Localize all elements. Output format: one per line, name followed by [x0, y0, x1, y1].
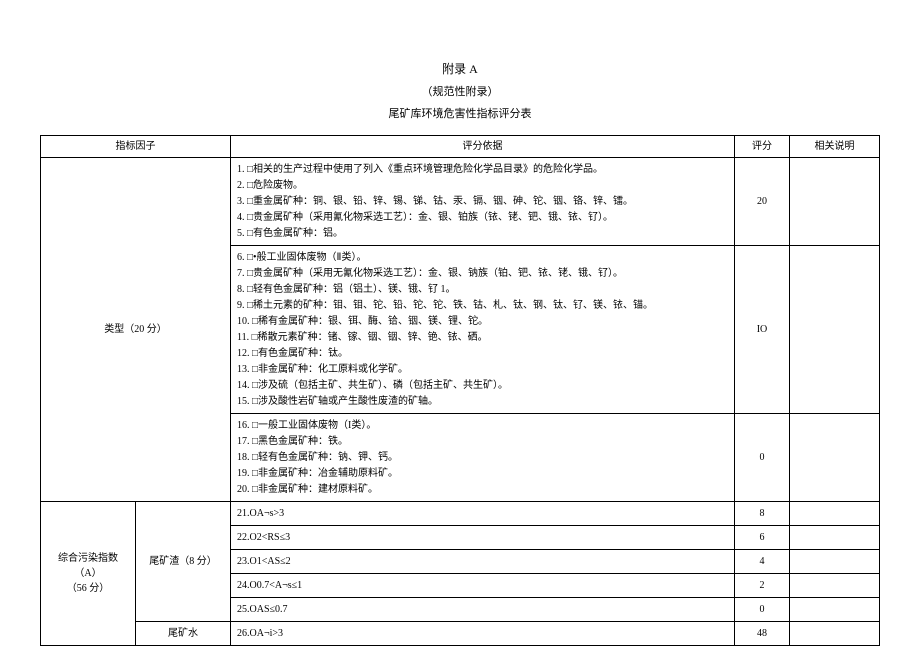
basis-line: 11. □稀散元素矿种：锗、镓、铟、铟、锌、铯、铱、硒。 — [237, 330, 728, 345]
table-row: 尾矿水 26.OA¬i>3 48 — [41, 622, 880, 646]
subfactor-cell: 尾矿渣（8 分） — [136, 502, 231, 622]
basis-line: 14. □涉及硫（包括主矿、共生矿）、磷（包括主矿、共生矿）。 — [237, 378, 728, 393]
table-header-row: 指标因子 评分依据 评分 相关说明 — [41, 136, 880, 158]
basis-line: 21.OA¬s>3 — [237, 506, 728, 521]
note-cell — [790, 414, 880, 502]
basis-line: 17. □黑色金属矿种：铁。 — [237, 434, 728, 449]
basis-cell: 1. □相关的生产过程中使用了列入《重点环境管理危险化学品目录》的危险化学品。2… — [231, 158, 735, 246]
basis-line: 13. □非金属矿种：化工原料或化学矿。 — [237, 362, 728, 377]
basis-line: 19. □非金属矿种：冶金辅助原料矿。 — [237, 466, 728, 481]
basis-line: 23.O1<AS≤2 — [237, 554, 728, 569]
basis-line: 18. □轻有色金属矿种：钠、钾、钙。 — [237, 450, 728, 465]
basis-cell: 21.OA¬s>3 — [231, 502, 735, 526]
basis-cell: 24.O0.7<A¬s≤1 — [231, 574, 735, 598]
basis-cell: 22.O2<RS≤3 — [231, 526, 735, 550]
note-cell — [790, 574, 880, 598]
note-cell — [790, 246, 880, 414]
appendix-subtitle: （规范性附录） — [40, 83, 880, 99]
col-factor: 指标因子 — [41, 136, 231, 158]
table-row: 综合污染指数（A） （56 分）尾矿渣（8 分）21.OA¬s>38 — [41, 502, 880, 526]
table-title: 尾矿库环境危害性指标评分表 — [40, 105, 880, 121]
basis-cell: 23.O1<AS≤2 — [231, 550, 735, 574]
score-cell: 6 — [735, 526, 790, 550]
basis-line: 20. □非金属矿种：建材原料矿。 — [237, 482, 728, 497]
score-cell: 0 — [735, 598, 790, 622]
note-cell — [790, 622, 880, 646]
basis-line: 22.O2<RS≤3 — [237, 530, 728, 545]
basis-line: 7. □贵金属矿种（采用无氰化物采选工艺）：金、银、钠族（铂、钯、铱、铑、锇、钌… — [237, 266, 728, 281]
score-cell: 8 — [735, 502, 790, 526]
basis-line: 4. □贵金属矿种（采用氰化物采选工艺）：金、银、铂族（铱、铑、钯、锇、铱、钌）… — [237, 210, 728, 225]
note-cell — [790, 598, 880, 622]
basis-line: 12. □有色金属矿种：钛。 — [237, 346, 728, 361]
basis-cell: 6. □•般工业固体废物（Ⅱ类）。7. □贵金属矿种（采用无氰化物采选工艺）：金… — [231, 246, 735, 414]
document-header: 附录 A （规范性附录） 尾矿库环境危害性指标评分表 — [40, 60, 880, 121]
scoring-table: 指标因子 评分依据 评分 相关说明 类型（20 分）1. □相关的生产过程中使用… — [40, 135, 880, 646]
note-cell — [790, 550, 880, 574]
basis-cell: 16. □一般工业固体废物（I类）。17. □黑色金属矿种：铁。18. □轻有色… — [231, 414, 735, 502]
basis-line: 9. □稀土元素的矿种：钼、钼、铊、铅、铊、铊、铁、钴、札、钛、钢、钛、钌、镁、… — [237, 298, 728, 313]
basis-line: 2. □危险废物。 — [237, 178, 728, 193]
basis-line: 3. □重金属矿种：铜、银、铅、锌、锡、锑、钴、汞、镉、铟、砷、铊、铟、铬、锌、… — [237, 194, 728, 209]
basis-cell: 25.OAS≤0.7 — [231, 598, 735, 622]
score-cell: 48 — [735, 622, 790, 646]
basis-line: 10. □稀有金属矿种：银、铒、酶、铪、铟、镁、锂、铊。 — [237, 314, 728, 329]
score-cell: 20 — [735, 158, 790, 246]
col-basis: 评分依据 — [231, 136, 735, 158]
appendix-label: 附录 A — [40, 60, 880, 77]
factor-cell: 综合污染指数（A） （56 分） — [41, 502, 136, 646]
note-cell — [790, 526, 880, 550]
basis-line: 16. □一般工业固体废物（I类）。 — [237, 418, 728, 433]
table-row: 类型（20 分）1. □相关的生产过程中使用了列入《重点环境管理危险化学品目录》… — [41, 158, 880, 246]
basis-line: 25.OAS≤0.7 — [237, 602, 728, 617]
basis-line: 26.OA¬i>3 — [237, 626, 728, 641]
basis-line: 15. □涉及酸性岩矿轴或产生酸性废渣的矿轴。 — [237, 394, 728, 409]
subfactor-cell: 尾矿水 — [136, 622, 231, 646]
score-cell: IO — [735, 246, 790, 414]
note-cell — [790, 502, 880, 526]
score-cell: 4 — [735, 550, 790, 574]
col-note: 相关说明 — [790, 136, 880, 158]
score-cell: 2 — [735, 574, 790, 598]
basis-line: 24.O0.7<A¬s≤1 — [237, 578, 728, 593]
basis-line: 5. □有色金属矿种：铝。 — [237, 226, 728, 241]
basis-cell: 26.OA¬i>3 — [231, 622, 735, 646]
basis-line: 6. □•般工业固体废物（Ⅱ类）。 — [237, 250, 728, 265]
score-cell: 0 — [735, 414, 790, 502]
factor-cell: 类型（20 分） — [41, 158, 231, 502]
basis-line: 1. □相关的生产过程中使用了列入《重点环境管理危险化学品目录》的危险化学品。 — [237, 162, 728, 177]
note-cell — [790, 158, 880, 246]
col-score: 评分 — [735, 136, 790, 158]
basis-line: 8. □轻有色金属矿种：铝（铝土）、镁、锇、钌 1。 — [237, 282, 728, 297]
